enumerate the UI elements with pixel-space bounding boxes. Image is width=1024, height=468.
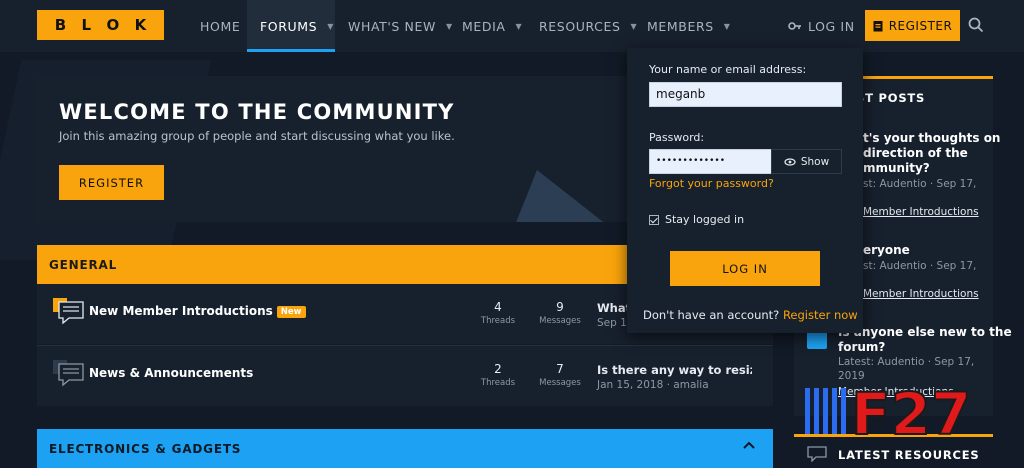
- new-badge: New: [276, 306, 306, 318]
- chevron-up-icon[interactable]: [743, 440, 755, 450]
- show-password-button[interactable]: Show: [771, 149, 842, 174]
- sidebar-heading: LATEST RESOURCES: [838, 448, 980, 462]
- threads-label: Threads: [480, 378, 516, 388]
- category-electronics-header[interactable]: ELECTRONICS & GADGETS: [37, 429, 773, 468]
- welcome-subtitle: Join this amazing group of people and st…: [59, 129, 455, 143]
- messages-count: 9: [556, 300, 564, 314]
- category-title: GENERAL: [49, 258, 118, 272]
- site-logo[interactable]: B L O K: [37, 10, 164, 40]
- sidebar-post-title[interactable]: eryone: [863, 243, 910, 258]
- latest-thread-link[interactable]: Is there any way to resize im…: [597, 363, 752, 377]
- messages-label: Messages: [539, 316, 581, 326]
- latest-thread-meta: Jan 15, 2018 · amalia: [597, 379, 709, 391]
- forgot-password-link[interactable]: Forgot your password?: [649, 177, 774, 190]
- messages-label: Messages: [539, 378, 581, 388]
- threads-count: 2: [494, 362, 502, 376]
- category-title: ELECTRONICS & GADGETS: [49, 442, 242, 456]
- nav-forums-label: FORUMS: [260, 18, 318, 34]
- title-line: t's your thoughts on: [863, 131, 1001, 145]
- threads-label: Threads: [480, 316, 516, 326]
- forum-title[interactable]: News & Announcements: [89, 366, 253, 380]
- forum-icon: [53, 360, 84, 387]
- threads-stat: 4 Threads: [468, 300, 528, 326]
- nav-register-label: REGISTER: [888, 18, 953, 33]
- threads-count: 4: [494, 300, 502, 314]
- nav-whats-new-label: WHAT'S NEW: [348, 18, 436, 34]
- nav-members[interactable]: MEMBERS ▼: [647, 0, 731, 52]
- logo-letter: K: [134, 16, 147, 34]
- top-navigation: B L O K HOME FORUMS ▼ WHAT'S NEW ▼ MEDIA…: [0, 0, 1024, 52]
- stay-logged-in-label: Stay logged in: [665, 213, 745, 226]
- welcome-title: WELCOME TO THE COMMUNITY: [59, 100, 455, 124]
- watermark-logo: F27: [805, 380, 972, 440]
- show-label: Show: [800, 155, 830, 168]
- key-icon: [788, 22, 801, 30]
- nav-media-label: MEDIA: [462, 18, 506, 34]
- no-account-text: Don't have an account? Register now: [643, 308, 858, 322]
- login-submit-button[interactable]: LOG IN: [670, 251, 820, 286]
- login-popup: Your name or email address: meganb Passw…: [627, 48, 863, 333]
- sidebar-post-forum[interactable]: Member Introductions: [863, 206, 979, 218]
- nav-resources[interactable]: RESOURCES ▼: [539, 0, 637, 52]
- register-now-link[interactable]: Register now: [783, 308, 858, 322]
- chevron-down-icon[interactable]: ▼: [327, 22, 334, 31]
- username-label: Your name or email address:: [649, 63, 807, 76]
- title-line: eryone: [863, 243, 910, 257]
- sidebar-post-meta: st: Audentio · Sep 17,: [863, 178, 977, 190]
- logo-letter: B: [54, 16, 67, 34]
- forum-new-icon: [53, 298, 84, 325]
- decorative-shape: [515, 170, 607, 222]
- messages-stat: 7 Messages: [530, 362, 590, 388]
- register-icon: [873, 20, 883, 31]
- sidebar-post-meta: Latest: Audentio · Sep 17, 2019: [838, 355, 974, 383]
- checkbox-checked-icon[interactable]: [649, 214, 659, 225]
- sidebar-post-title[interactable]: t's your thoughts on direction of the mm…: [863, 131, 1000, 176]
- welcome-register-button[interactable]: REGISTER: [59, 165, 164, 200]
- resources-icon: [807, 446, 827, 462]
- stay-logged-in-checkbox[interactable]: Stay logged in: [649, 213, 744, 226]
- chevron-down-icon[interactable]: ▼: [724, 22, 731, 31]
- nav-whats-new[interactable]: WHAT'S NEW ▼: [348, 0, 453, 52]
- nav-register-button[interactable]: REGISTER: [865, 10, 960, 41]
- meta-line: Latest: Audentio · Sep 17,: [838, 356, 975, 368]
- sidebar-post-meta: st: Audentio · Sep 17,: [863, 260, 977, 272]
- username-field[interactable]: meganb: [649, 82, 842, 107]
- messages-count: 7: [556, 362, 564, 376]
- forum-row[interactable]: News & Announcements 2 Threads 7 Message…: [37, 346, 773, 406]
- nav-forums[interactable]: FORUMS ▼: [247, 0, 335, 52]
- nav-members-label: MEMBERS: [647, 18, 714, 34]
- search-icon[interactable]: [968, 17, 984, 33]
- chevron-down-icon[interactable]: ▼: [631, 22, 638, 31]
- nav-home-label: HOME: [200, 18, 241, 34]
- title-line: mmunity?: [863, 161, 930, 175]
- eye-icon: [784, 157, 796, 166]
- title-line: forum?: [838, 340, 886, 354]
- sidebar-post-title[interactable]: Is anyone else new to the forum?: [838, 325, 1012, 355]
- nav-login-link[interactable]: LOG IN: [788, 0, 855, 52]
- logo-letter: O: [106, 16, 120, 34]
- nav-resources-label: RESOURCES: [539, 18, 621, 34]
- sidebar-heading: ST POSTS: [856, 91, 926, 105]
- password-field[interactable]: •••••••••••••: [649, 149, 772, 174]
- nav-login-label: LOG IN: [808, 18, 855, 34]
- watermark-text: F27: [851, 380, 971, 440]
- forum-title-text: New Member Introductions: [89, 304, 273, 318]
- logo-letter: L: [81, 16, 92, 34]
- chevron-down-icon[interactable]: ▼: [446, 22, 453, 31]
- sidebar-post-forum[interactable]: Member Introductions: [863, 288, 979, 300]
- password-label: Password:: [649, 131, 705, 144]
- nav-media[interactable]: MEDIA ▼: [462, 0, 522, 52]
- messages-stat: 9 Messages: [530, 300, 590, 326]
- nav-home[interactable]: HOME: [188, 0, 252, 52]
- title-line: Is anyone else new to the: [838, 325, 1012, 339]
- threads-stat: 2 Threads: [468, 362, 528, 388]
- no-account-label: Don't have an account?: [643, 308, 780, 322]
- chevron-down-icon[interactable]: ▼: [516, 22, 523, 31]
- title-line: direction of the: [863, 146, 968, 160]
- forum-title[interactable]: New Member Introductions New: [89, 304, 306, 318]
